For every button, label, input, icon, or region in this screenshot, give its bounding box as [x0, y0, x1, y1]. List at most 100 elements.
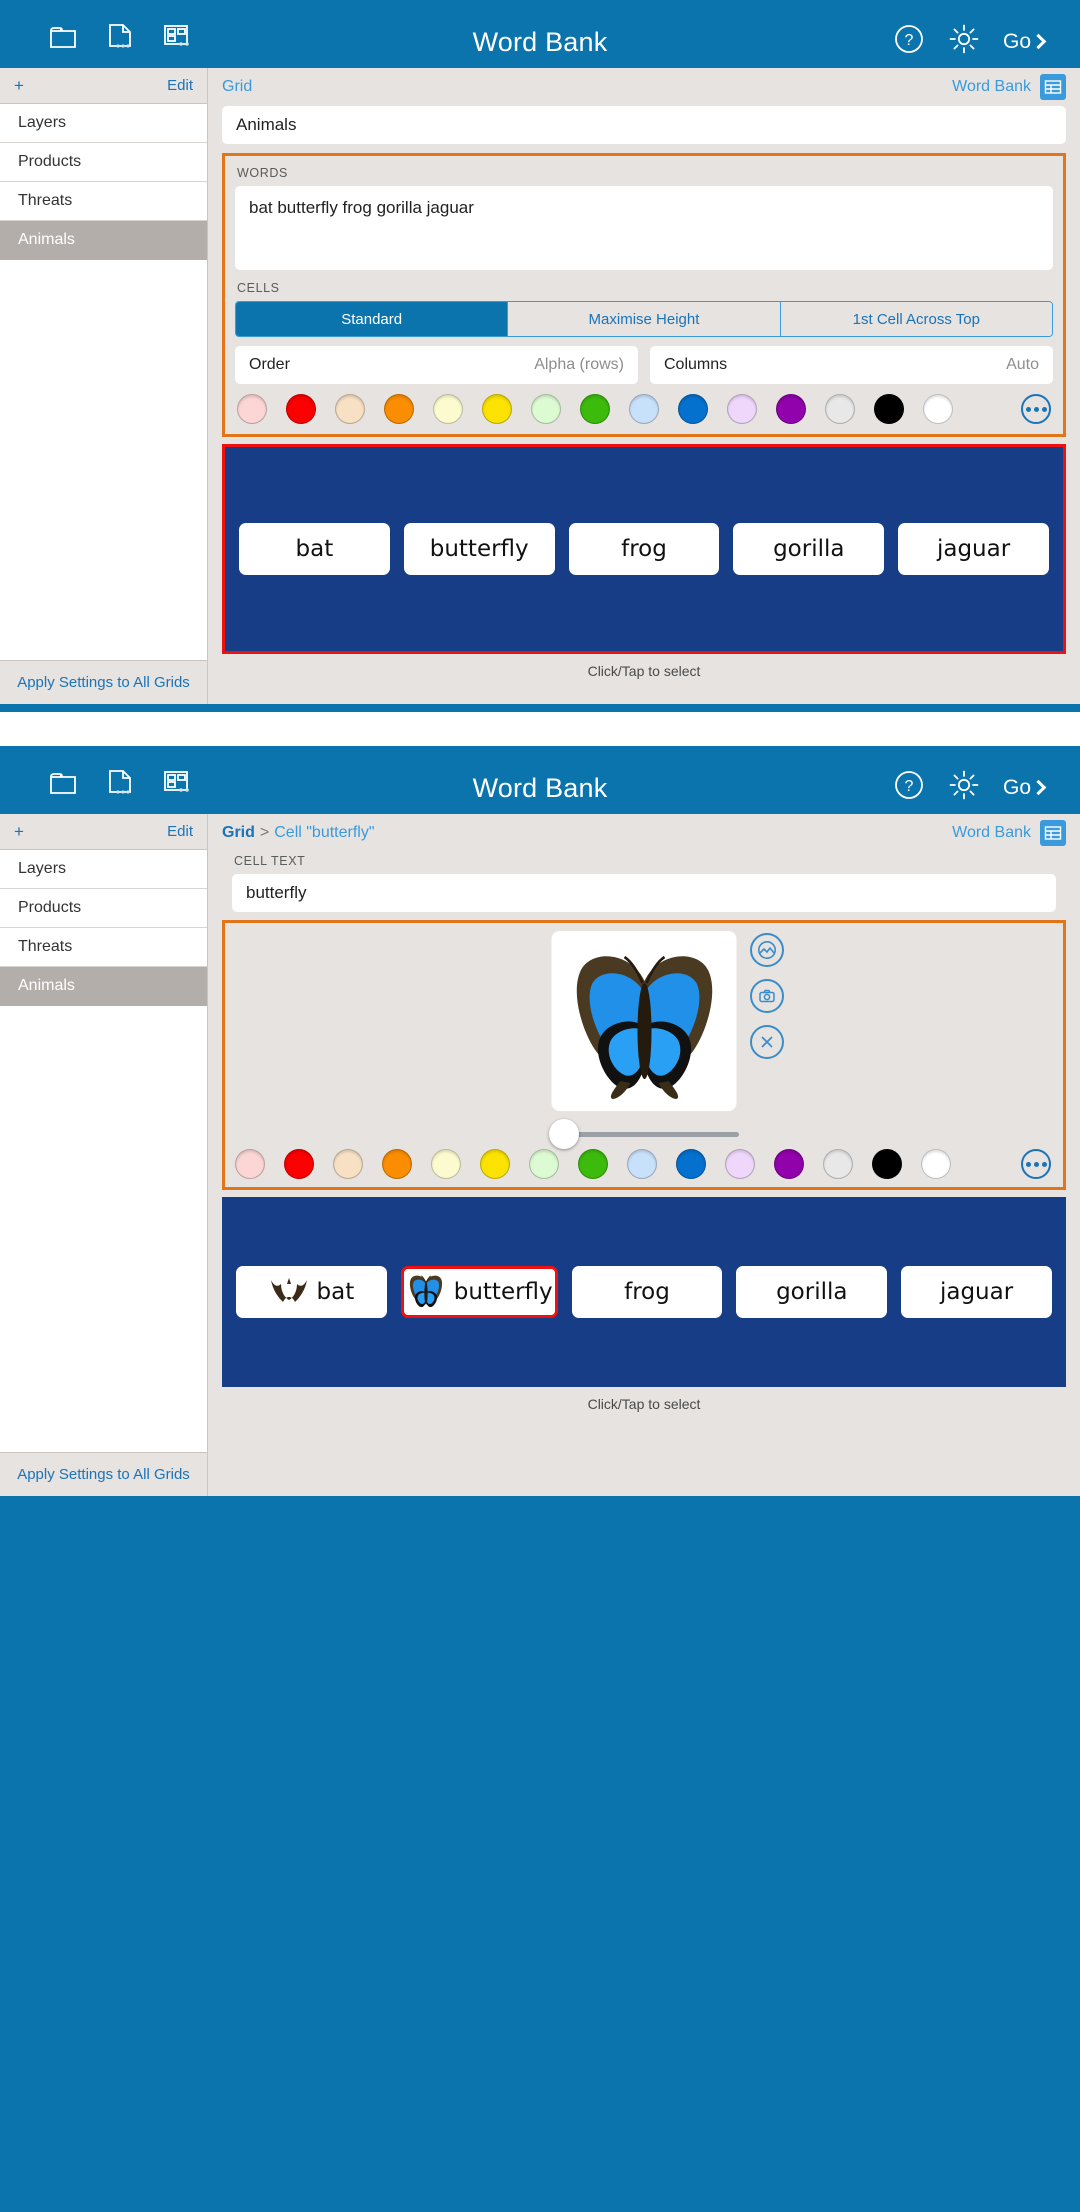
word-bank-toggle[interactable]: Word Bank	[952, 74, 1066, 100]
color-swatch-5[interactable]	[480, 1149, 510, 1179]
cell-mode-maximise-height[interactable]: Maximise Height	[508, 302, 781, 336]
cell-image-preview[interactable]	[551, 931, 737, 1111]
color-swatch-3[interactable]	[384, 394, 414, 424]
preview-cell-butterfly[interactable]: butterfly	[403, 523, 555, 575]
camera-icon[interactable]	[750, 979, 784, 1013]
help-icon[interactable]: ?	[893, 23, 925, 60]
color-swatch-2[interactable]	[333, 1149, 363, 1179]
preview-cell-bat[interactable]: bat	[236, 1266, 387, 1318]
color-swatch-8[interactable]	[627, 1149, 657, 1179]
color-swatch-8[interactable]	[629, 394, 659, 424]
cell-text-label: CELL TEXT	[234, 854, 306, 868]
remove-icon[interactable]	[750, 1025, 784, 1059]
color-swatch-13[interactable]	[872, 1149, 902, 1179]
word-bank-toggle[interactable]: Word Bank	[952, 820, 1066, 846]
cell-mode-segmented-control: Standard Maximise Height 1st Cell Across…	[235, 301, 1053, 337]
cell-content: Grid > Cell "butterfly" Word Bank CELL T…	[208, 814, 1080, 1496]
sidebar-item-animals[interactable]: Animals	[0, 967, 207, 1006]
color-swatch-11[interactable]	[774, 1149, 804, 1179]
preview-cell-gorilla[interactable]: gorilla	[736, 1266, 888, 1318]
more-colors-button[interactable]	[1021, 394, 1051, 424]
gear-icon[interactable]	[947, 768, 981, 807]
color-swatch-6[interactable]	[529, 1149, 559, 1179]
color-swatch-14[interactable]	[921, 1149, 951, 1179]
color-swatch-6[interactable]	[531, 394, 561, 424]
sidebar-item-layers[interactable]: Layers	[0, 104, 207, 143]
apply-settings-to-all-grids-button[interactable]: Apply Settings to All Grids	[0, 1452, 207, 1496]
order-value: Alpha (rows)	[534, 356, 624, 373]
preview-cell-label: gorilla	[773, 536, 845, 562]
color-swatch-1[interactable]	[284, 1149, 314, 1179]
sidebar-item-threats[interactable]: Threats	[0, 182, 207, 221]
color-swatch-3[interactable]	[382, 1149, 412, 1179]
preview-cell-label: frog	[624, 1279, 670, 1305]
word-bank-icon	[1040, 74, 1066, 100]
sidebar-item-layers[interactable]: Layers	[0, 850, 207, 889]
preview-cell-jaguar[interactable]: jaguar	[898, 523, 1049, 575]
edit-button[interactable]: Edit	[167, 823, 193, 840]
go-button[interactable]: Go	[1003, 30, 1047, 54]
color-swatch-0[interactable]	[237, 394, 267, 424]
help-icon[interactable]: ?	[893, 769, 925, 806]
color-swatch-14[interactable]	[923, 394, 953, 424]
image-tools	[750, 933, 784, 1059]
color-swatch-13[interactable]	[874, 394, 904, 424]
preview-cell-butterfly[interactable]: butterfly	[400, 1266, 558, 1318]
image-size-slider[interactable]	[549, 1119, 739, 1149]
toolbar-right: ? Go	[893, 22, 1047, 61]
sidebar-item-threats[interactable]: Threats	[0, 928, 207, 967]
color-swatch-4[interactable]	[431, 1149, 461, 1179]
go-button[interactable]: Go	[1003, 776, 1047, 800]
word-bank-label: Word Bank	[952, 824, 1031, 841]
preview-cell-gorilla[interactable]: gorilla	[733, 523, 885, 575]
color-swatch-12[interactable]	[823, 1149, 853, 1179]
grid-preview: bat butterfly frog gorilla jaguar	[222, 444, 1066, 654]
columns-field[interactable]: Columns Auto	[650, 346, 1053, 384]
cell-mode-standard[interactable]: Standard	[236, 302, 509, 336]
color-swatch-11[interactable]	[776, 394, 806, 424]
preview-cell-bat[interactable]: bat	[239, 523, 390, 575]
color-swatch-12[interactable]	[825, 394, 855, 424]
preview-cell-jaguar[interactable]: jaguar	[901, 1266, 1052, 1318]
color-swatch-9[interactable]	[676, 1149, 706, 1179]
gear-icon[interactable]	[947, 22, 981, 61]
color-swatch-9[interactable]	[678, 394, 708, 424]
sidebar-item-animals[interactable]: Animals	[0, 221, 207, 260]
more-colors-button[interactable]	[1021, 1149, 1051, 1179]
color-swatch-7[interactable]	[580, 394, 610, 424]
picture-icon[interactable]	[750, 933, 784, 967]
order-label: Order	[249, 356, 290, 373]
preview-cell-label: gorilla	[776, 1279, 848, 1305]
cell-mode-first-cell-across-top[interactable]: 1st Cell Across Top	[780, 302, 1052, 336]
add-grid-button[interactable]: +	[14, 822, 24, 842]
cell-image-editor	[222, 920, 1066, 1190]
color-swatch-4[interactable]	[433, 394, 463, 424]
edit-button[interactable]: Edit	[167, 77, 193, 94]
preview-cell-frog[interactable]: frog	[571, 1266, 723, 1318]
color-swatch-7[interactable]	[578, 1149, 608, 1179]
color-swatch-2[interactable]	[335, 394, 365, 424]
color-swatch-1[interactable]	[286, 394, 316, 424]
cell-text-input[interactable]: butterfly	[232, 874, 1056, 912]
slider-handle[interactable]	[549, 1119, 579, 1149]
apply-settings-to-all-grids-button[interactable]: Apply Settings to All Grids	[0, 660, 207, 704]
color-swatch-5[interactable]	[482, 394, 512, 424]
sidebar-item-products[interactable]: Products	[0, 143, 207, 182]
svg-text:?: ?	[905, 32, 914, 49]
order-field[interactable]: Order Alpha (rows)	[235, 346, 638, 384]
words-input[interactable]: bat butterfly frog gorilla jaguar	[235, 186, 1053, 270]
color-swatch-10[interactable]	[727, 394, 757, 424]
sidebar-item-products[interactable]: Products	[0, 889, 207, 928]
grid-name-input[interactable]: Animals	[222, 106, 1066, 144]
breadcrumb-grid[interactable]: Grid	[222, 78, 252, 96]
sidebar: + Edit Layers Products Threats Animals A…	[0, 814, 208, 1496]
preview-cell-frog[interactable]: frog	[568, 523, 720, 575]
breadcrumb: Grid > Cell "butterfly" Word Bank	[222, 814, 1066, 852]
breadcrumb-grid[interactable]: Grid	[222, 824, 255, 842]
add-grid-button[interactable]: +	[14, 76, 24, 96]
preview-cell-label: butterfly	[429, 536, 529, 562]
breadcrumb-separator: >	[259, 824, 270, 841]
color-swatch-10[interactable]	[725, 1149, 755, 1179]
title-bar: Word Bank ? Go	[0, 0, 1080, 68]
color-swatch-0[interactable]	[235, 1149, 265, 1179]
